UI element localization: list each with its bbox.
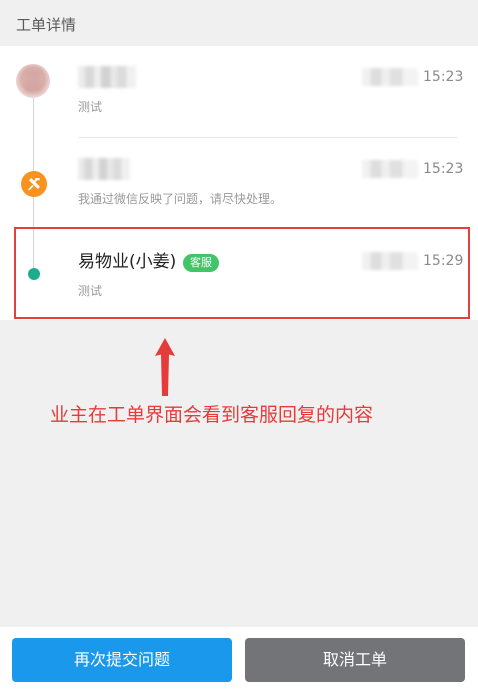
- blurred-user-name: [78, 66, 136, 88]
- avatar-photo: [25, 70, 41, 92]
- hammer-wrench-icon: [28, 178, 40, 191]
- resubmit-button[interactable]: 再次提交问题: [12, 638, 232, 682]
- blurred-date: [362, 68, 418, 86]
- user-avatar: [16, 64, 50, 98]
- page-header: 工单详情: [0, 0, 478, 46]
- entry-divider: [78, 137, 458, 138]
- arrow-up-icon: [155, 338, 175, 396]
- entry-message: 我通过微信反映了问题，请尽快处理。: [78, 192, 283, 206]
- page-title: 工单详情: [16, 16, 77, 34]
- annotation-text: 业主在工单界面会看到客服回复的内容: [50, 404, 374, 426]
- entry-time: 15:23: [423, 69, 464, 85]
- blurred-user-name: [78, 158, 130, 180]
- entry-time: 15:23: [423, 161, 464, 177]
- cancel-ticket-button[interactable]: 取消工单: [245, 638, 465, 682]
- entry-message: 测试: [78, 100, 103, 114]
- tools-icon: [21, 171, 47, 197]
- blurred-date: [362, 160, 418, 178]
- highlight-box: [14, 227, 470, 319]
